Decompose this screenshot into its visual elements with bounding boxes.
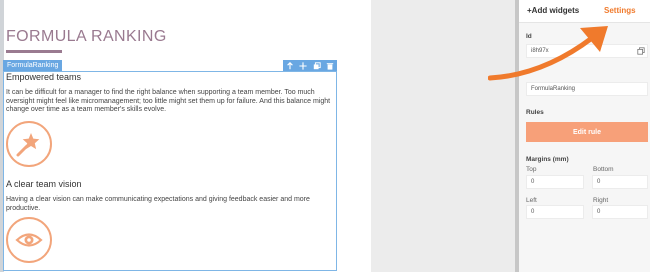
page-title: FORMULA RANKING: [6, 28, 167, 45]
settings-tab[interactable]: Settings: [604, 6, 636, 15]
eye-icon: [6, 217, 52, 263]
move-up-icon[interactable]: [285, 61, 294, 70]
pointer-arrow-icon: [488, 26, 608, 81]
margin-right-label: Right: [593, 197, 609, 204]
edit-rule-button[interactable]: Edit rule: [526, 122, 648, 142]
section-heading-clear-vision: A clear team vision: [6, 179, 82, 189]
section-text-empowered-teams: It can be difficult for a manager to fin…: [6, 89, 331, 114]
widget-toolbar: [283, 60, 337, 71]
rules-label: Rules: [526, 109, 544, 116]
margins-label: Margins (mm): [526, 156, 569, 163]
section-heading-empowered-teams: Empowered teams: [6, 72, 82, 82]
margin-left-field[interactable]: 0: [526, 205, 584, 219]
margin-left-label: Left: [526, 197, 537, 204]
section-text-clear-vision: Having a clear vision can make communica…: [6, 196, 310, 212]
margin-top-label: Top: [526, 166, 537, 173]
duplicate-icon[interactable]: [312, 61, 321, 70]
margin-top-field[interactable]: 0: [526, 175, 584, 189]
shooting-star-icon: [6, 121, 52, 167]
margin-bottom-field[interactable]: 0: [592, 175, 648, 189]
delete-icon[interactable]: [326, 61, 335, 70]
margin-bottom-label: Bottom: [593, 166, 614, 173]
widget-name-tag[interactable]: FormulaRanking: [3, 60, 63, 71]
add-widgets-tab[interactable]: +Add widgets: [527, 6, 579, 15]
drag-move-icon[interactable]: [299, 61, 308, 70]
margin-right-field[interactable]: 0: [592, 205, 648, 219]
title-underline: [6, 50, 62, 53]
copy-icon[interactable]: [637, 47, 645, 55]
